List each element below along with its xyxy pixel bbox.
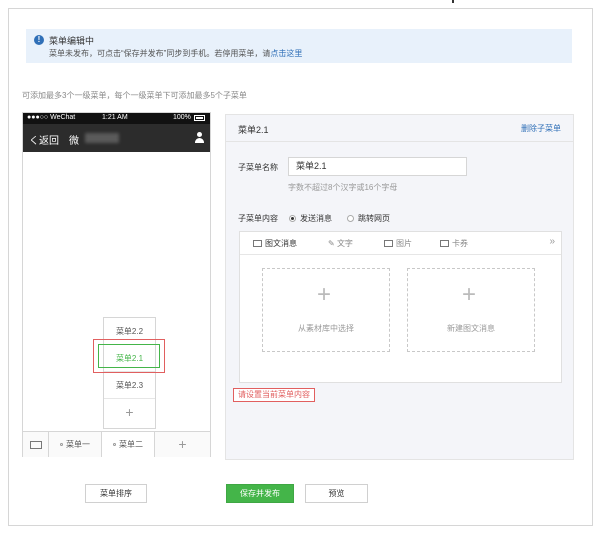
tab-news-label: 图文消息: [265, 239, 297, 248]
preview-button[interactable]: 预览: [305, 484, 368, 503]
selected-submenu-border: [98, 344, 160, 368]
tab-image[interactable]: 图片: [384, 238, 412, 249]
tab-text-label: 文字: [336, 239, 353, 248]
select-from-library-slot[interactable]: + 从素材库中选择: [262, 268, 390, 352]
back-button[interactable]: く返回: [29, 132, 59, 147]
selected-submenu-highlight: [93, 339, 165, 373]
account-name: 微: [69, 136, 79, 147]
editor-title: 菜单2.1: [238, 125, 269, 135]
info-icon: !: [34, 35, 44, 45]
sort-menu-button[interactable]: 菜单排序: [85, 484, 147, 503]
save-publish-button[interactable]: 保存并发布: [226, 484, 294, 503]
edit-notice: ! 菜单编辑中 菜单未发布，可点击“保存并发布”同步到手机。若停用菜单，请点击这…: [26, 29, 572, 63]
battery-icon: [194, 115, 205, 121]
corner-mark: [452, 0, 454, 3]
select-from-library-label: 从素材库中选择: [298, 324, 354, 333]
message-content-panel: 图文消息 ✎ 文字 图片 卡券 » + 从素材库中选择 + 新建图文消息: [239, 231, 562, 383]
carrier-label: ●●●○○ WeChat: [27, 114, 76, 121]
radio-checked-icon: [289, 215, 296, 222]
content-warning: 请设置当前菜单内容: [233, 388, 315, 402]
user-icon[interactable]: [195, 132, 204, 143]
battery-level: 100%: [173, 114, 191, 121]
radio-send-message[interactable]: 发送消息: [289, 213, 332, 224]
chat-nav-bar: く返回 微: [23, 124, 210, 152]
more-tabs-icon[interactable]: »: [549, 236, 555, 247]
radio-unchecked-icon: [347, 215, 354, 222]
editor-divider: [226, 141, 573, 142]
tab-image-label: 图片: [396, 239, 412, 248]
submenu-editor: 菜单2.1 删除子菜单 子菜单名称 菜单2.1 字数不超过8个汉字或16个字母 …: [225, 114, 574, 460]
notice-desc-text: 菜单未发布，可点击“保存并发布”同步到手机。若停用菜单，请: [49, 49, 271, 58]
menu-tab-1[interactable]: 菜单一: [49, 432, 102, 457]
submenu-name-input[interactable]: 菜单2.1: [288, 157, 467, 176]
add-menu-button[interactable]: +: [155, 432, 210, 457]
menu-tab-1-label: 菜单一: [66, 440, 90, 449]
submenu-item-2-3[interactable]: 菜单2.3: [104, 372, 155, 399]
menu-bar: 菜单一 菜单二 +: [23, 431, 210, 457]
menu-dot-icon: [60, 443, 63, 447]
radio-send-label: 发送消息: [300, 214, 332, 223]
notice-title: 菜单编辑中: [49, 36, 95, 46]
submenu-name-label: 子菜单名称: [238, 163, 278, 172]
tab-text[interactable]: ✎ 文字: [328, 238, 353, 249]
plus-icon: +: [462, 281, 477, 308]
new-news-slot[interactable]: + 新建图文消息: [407, 268, 535, 352]
blurred-account-name: [85, 133, 119, 143]
menu-dot-icon: [113, 443, 116, 447]
radio-open-webpage[interactable]: 跳转网页: [347, 213, 390, 224]
menu-tab-2-label: 菜单二: [119, 440, 143, 449]
keyboard-icon: [30, 441, 42, 449]
disable-menu-link[interactable]: 点击这里: [270, 49, 302, 58]
pen-icon: ✎: [328, 239, 337, 248]
card-icon: [440, 240, 449, 247]
message-type-tabs: 图文消息 ✎ 文字 图片 卡券 »: [240, 232, 561, 255]
tab-card[interactable]: 卡券: [440, 238, 468, 249]
submenu-name-tip: 字数不超过8个汉字或16个字母: [288, 183, 398, 192]
image-icon: [384, 240, 393, 247]
keyboard-toggle[interactable]: [23, 432, 49, 457]
new-news-label: 新建图文消息: [447, 324, 495, 333]
tab-news[interactable]: 图文消息: [253, 238, 297, 249]
news-icon: [253, 240, 262, 247]
menu-limit-hint: 可添加最多3个一级菜单，每个一级菜单下可添加最多5个子菜单: [22, 91, 247, 100]
submenu-content-label: 子菜单内容: [238, 214, 278, 223]
plus-icon: +: [317, 281, 332, 308]
notice-desc: 菜单未发布，可点击“保存并发布”同步到手机。若停用菜单，请点击这里: [49, 48, 302, 59]
menu-tab-2[interactable]: 菜单二: [102, 432, 155, 457]
status-bar: ●●●○○ WeChat 1:21 AM 100%: [23, 113, 210, 124]
submenu-popup: 菜单2.2 菜单2.1 菜单2.3 +: [103, 317, 156, 429]
phone-preview: ●●●○○ WeChat 1:21 AM 100% く返回 微 菜单2.2 菜单…: [22, 112, 211, 457]
status-time: 1:21 AM: [102, 114, 128, 121]
add-submenu-button[interactable]: +: [104, 399, 155, 426]
delete-submenu-link[interactable]: 删除子菜单: [521, 123, 561, 134]
radio-link-label: 跳转网页: [358, 214, 390, 223]
tab-card-label: 卡券: [452, 239, 468, 248]
